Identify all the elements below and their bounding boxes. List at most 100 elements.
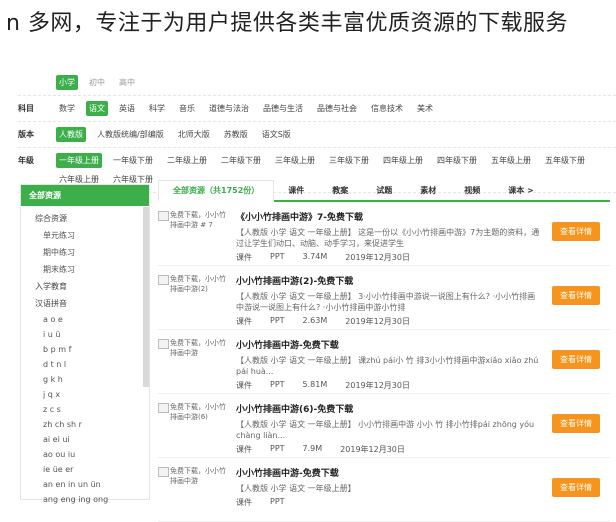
filter-option[interactable]: 语文 bbox=[86, 101, 108, 116]
sidebar-item[interactable]: ie üe er bbox=[21, 462, 149, 477]
resource-type: 课件 bbox=[236, 445, 252, 454]
resource-title[interactable]: 小小竹排画中游-免费下载 bbox=[236, 466, 540, 479]
view-details-button[interactable]: 查看详情 bbox=[552, 414, 600, 433]
filter-row-label bbox=[18, 75, 56, 77]
sidebar-item[interactable]: 期末练习 bbox=[21, 261, 149, 278]
filter-option[interactable]: 信息技术 bbox=[368, 101, 406, 116]
resource-format: PPT bbox=[270, 380, 285, 389]
resource-tab[interactable]: 全部资源（共1752份） bbox=[158, 180, 275, 202]
resource-thumbnail[interactable]: 免费下载，小小竹排画中游 bbox=[158, 338, 228, 384]
sidebar-item[interactable]: 综合资源 bbox=[21, 210, 149, 227]
filter-row-label: 年级 bbox=[18, 156, 34, 165]
filter-row-label: 科目 bbox=[18, 104, 34, 113]
filter-option[interactable]: 二年级上册 bbox=[164, 153, 210, 168]
filter-option[interactable]: 三年级上册 bbox=[272, 153, 318, 168]
filter-row: 科目 数学 语文 英语 科学 音乐 道德与法治 品德与生活 品德与社会 信息技术 美术 bbox=[18, 96, 616, 122]
resource-format: PPT bbox=[270, 316, 285, 325]
resource-tab[interactable]: 视频 bbox=[450, 181, 494, 200]
filter-option[interactable]: 人教版 bbox=[56, 127, 86, 142]
filter-option[interactable]: 小学 bbox=[56, 75, 78, 90]
resource-thumbnail[interactable]: 免费下载，小小竹排画中游 # 7 bbox=[158, 210, 228, 256]
sidebar-item[interactable]: a o e bbox=[21, 312, 149, 327]
sidebar-item[interactable]: ai ei ui bbox=[21, 432, 149, 447]
resource-type: 课件 bbox=[236, 498, 252, 507]
filter-row: 版本 人教版 人教版统编/部编版 北师大版 苏教版 语文S版 bbox=[18, 122, 616, 148]
resource-tab[interactable]: 课件 bbox=[274, 181, 318, 200]
resource-date: 2019年12月30日 bbox=[345, 381, 410, 390]
filter-option[interactable]: 五年级上册 bbox=[488, 153, 534, 168]
view-details-button[interactable]: 查看详情 bbox=[552, 478, 600, 497]
filter-option[interactable]: 品德与社会 bbox=[314, 101, 360, 116]
resource-title[interactable]: 小小竹排画中游-免费下载 bbox=[236, 338, 540, 351]
page-title: n 多网，专注于为用户提供各类丰富优质资源的下载服务 bbox=[6, 11, 568, 36]
view-details-button[interactable]: 查看详情 bbox=[552, 222, 600, 241]
thumbnail-alt-text: 免费下载，小小竹排画中游 bbox=[158, 466, 228, 486]
resource-title[interactable]: 小小竹排画中游(6)-免费下载 bbox=[236, 402, 540, 415]
filter-option[interactable]: 二年级下册 bbox=[218, 153, 264, 168]
sidebar-item[interactable]: j q x bbox=[21, 387, 149, 402]
filter-option[interactable]: 语文S版 bbox=[259, 127, 294, 142]
resource-list-panel: 全部资源（共1752份） 课件 教案 试题 素材 视频 课本 > 免费下载，小小竹排画中游 … bbox=[158, 180, 610, 522]
filter-option[interactable]: 五年级下册 bbox=[542, 153, 588, 168]
view-details-button[interactable]: 查看详情 bbox=[552, 286, 600, 305]
filter-option[interactable]: 音乐 bbox=[176, 101, 198, 116]
filter-option[interactable]: 道德与法治 bbox=[206, 101, 252, 116]
resource-title[interactable]: 小小竹排画中游(2)-免费下载 bbox=[236, 274, 540, 287]
filter-option[interactable]: 四年级上册 bbox=[380, 153, 426, 168]
resource-thumbnail[interactable]: 免费下载，小小竹排画中游(2) bbox=[158, 274, 228, 320]
resource-date: 2019年12月30日 bbox=[340, 445, 405, 454]
resource-thumbnail[interactable]: 免费下载，小小竹排画中游 bbox=[158, 466, 228, 512]
view-details-button[interactable]: 查看详情 bbox=[552, 350, 600, 369]
thumbnail-alt-text: 免费下载，小小竹排画中游 bbox=[158, 338, 228, 358]
resource-tab[interactable]: 课本 > bbox=[494, 181, 548, 200]
sidebar-item[interactable]: 入学教育 bbox=[21, 278, 149, 295]
resource-type: 课件 bbox=[236, 317, 252, 326]
sidebar-item[interactable]: b p m f bbox=[21, 342, 149, 357]
filter-panel: 小学 初中 高中科目 数学 语文 英语 科学 音乐 道德与法治 品德与生活 品德与社会 信息技术 美术版… bbox=[18, 70, 616, 193]
sidebar-item[interactable]: i u ü bbox=[21, 327, 149, 342]
sidebar-item[interactable]: 单元练习 bbox=[21, 227, 149, 244]
filter-options: 小学 初中 高中 bbox=[56, 75, 138, 90]
resource-description: 【人教版 小学 语文 一年级上册】 这是一份以《小小竹排画中游》7为主题的资料，… bbox=[236, 228, 540, 248]
filter-option[interactable]: 一年级下册 bbox=[110, 153, 156, 168]
sidebar-header[interactable]: 全部资源 bbox=[21, 185, 149, 206]
sidebar-item[interactable]: d t n l bbox=[21, 357, 149, 372]
resource-date: 2019年12月30日 bbox=[345, 317, 410, 326]
sidebar-item[interactable]: ao ou iu bbox=[21, 447, 149, 462]
resource-description: 【人教版 小学 语文 一年级上册】 小小竹排画中游 小小 竹 排小竹排pái z… bbox=[236, 420, 535, 440]
resource-tab[interactable]: 素材 bbox=[406, 181, 450, 200]
filter-option[interactable]: 四年级下册 bbox=[434, 153, 480, 168]
resource-title[interactable]: 《小小竹排画中游》7-免费下载 bbox=[236, 210, 540, 223]
thumbnail-alt-text: 免费下载，小小竹排画中游 # 7 bbox=[158, 210, 228, 230]
resource-description: 【人教版 小学 语文 一年级上册】 bbox=[236, 484, 356, 493]
sidebar-item[interactable]: zh ch sh r bbox=[21, 417, 149, 432]
filter-option[interactable]: 苏教版 bbox=[221, 127, 251, 142]
resource-size: 5.81M bbox=[302, 380, 328, 389]
resource-format: PPT bbox=[270, 252, 285, 261]
filter-option[interactable]: 一年级上册 bbox=[56, 153, 102, 168]
resource-tabs: 全部资源（共1752份） 课件 教案 试题 素材 视频 课本 > bbox=[158, 180, 610, 202]
resource-size: 7.9M bbox=[302, 444, 323, 453]
filter-option[interactable]: 人教版统编/部编版 bbox=[94, 127, 167, 142]
resource-tab[interactable]: 试题 bbox=[362, 181, 406, 200]
filter-option[interactable]: 科学 bbox=[146, 101, 168, 116]
resource-description: 【人教版 小学 语文 一年级上册】 3·小小竹排画中游说一说图上有什么? ·小小… bbox=[236, 292, 536, 312]
resource-tab[interactable]: 教案 bbox=[318, 181, 362, 200]
filter-option[interactable]: 初中 bbox=[86, 75, 108, 90]
resource-thumbnail[interactable]: 免费下载，小小竹排画中游(6) bbox=[158, 402, 228, 448]
filter-option[interactable]: 美术 bbox=[414, 101, 436, 116]
filter-option[interactable]: 三年级下册 bbox=[326, 153, 372, 168]
filter-option[interactable]: 品德与生活 bbox=[260, 101, 306, 116]
filter-option[interactable]: 北师大版 bbox=[175, 127, 213, 142]
sidebar-item[interactable]: g k h bbox=[21, 372, 149, 387]
filter-option[interactable]: 数学 bbox=[56, 101, 78, 116]
filter-row: 小学 初中 高中 bbox=[18, 70, 616, 96]
sidebar-scrollbar[interactable] bbox=[143, 207, 149, 387]
sidebar-item[interactable]: an en in un ün bbox=[21, 477, 149, 492]
sidebar-item[interactable]: 期中练习 bbox=[21, 244, 149, 261]
filter-option[interactable]: 高中 bbox=[116, 75, 138, 90]
filter-option[interactable]: 英语 bbox=[116, 101, 138, 116]
resource-type: 课件 bbox=[236, 253, 252, 262]
sidebar-item[interactable]: 汉语拼音 bbox=[21, 295, 149, 312]
sidebar-item[interactable]: z c s bbox=[21, 402, 149, 417]
